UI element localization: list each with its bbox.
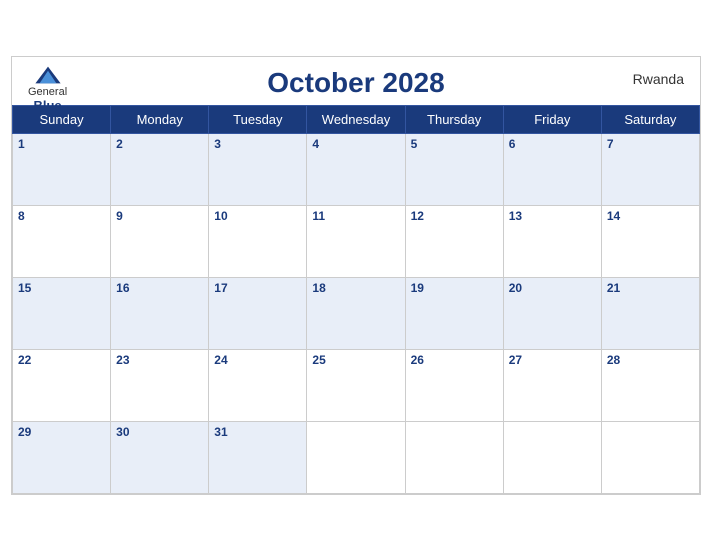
calendar-day-cell: 8 <box>13 205 111 277</box>
day-number: 7 <box>607 137 614 151</box>
calendar-day-cell: 29 <box>13 421 111 493</box>
day-number: 25 <box>312 353 325 367</box>
logo-area: General Blue <box>28 65 67 113</box>
day-number: 11 <box>312 209 325 223</box>
calendar-day-cell: 30 <box>111 421 209 493</box>
calendar-day-cell <box>503 421 601 493</box>
calendar-day-cell <box>601 421 699 493</box>
header-monday: Monday <box>111 105 209 133</box>
calendar-day-cell: 14 <box>601 205 699 277</box>
calendar-day-cell: 4 <box>307 133 405 205</box>
day-number: 6 <box>509 137 516 151</box>
country-label: Rwanda <box>633 71 684 87</box>
day-number: 29 <box>18 425 31 439</box>
day-number: 24 <box>214 353 227 367</box>
calendar-day-cell: 31 <box>209 421 307 493</box>
calendar-day-cell: 10 <box>209 205 307 277</box>
header-tuesday: Tuesday <box>209 105 307 133</box>
calendar-day-cell: 25 <box>307 349 405 421</box>
day-number: 26 <box>411 353 424 367</box>
calendar-day-cell: 9 <box>111 205 209 277</box>
day-number: 5 <box>411 137 418 151</box>
calendar-day-cell: 6 <box>503 133 601 205</box>
day-number: 14 <box>607 209 620 223</box>
calendar-day-cell: 21 <box>601 277 699 349</box>
header-thursday: Thursday <box>405 105 503 133</box>
logo-general-text: General <box>28 86 67 98</box>
logo-icon <box>34 65 62 85</box>
calendar-day-cell: 19 <box>405 277 503 349</box>
calendar-day-cell: 12 <box>405 205 503 277</box>
calendar-week-row: 29 30 31 <box>13 421 700 493</box>
calendar-week-row: 1 2 3 4 5 6 7 <box>13 133 700 205</box>
day-number: 13 <box>509 209 522 223</box>
day-number: 2 <box>116 137 123 151</box>
day-number: 3 <box>214 137 221 151</box>
calendar-day-cell <box>405 421 503 493</box>
header-saturday: Saturday <box>601 105 699 133</box>
day-number: 10 <box>214 209 227 223</box>
calendar-day-cell: 2 <box>111 133 209 205</box>
calendar-week-row: 22 23 24 25 26 27 28 <box>13 349 700 421</box>
calendar-header: General Blue October 2028 Rwanda <box>12 57 700 105</box>
calendar-container: General Blue October 2028 Rwanda Sunday … <box>11 56 701 495</box>
calendar-day-cell: 26 <box>405 349 503 421</box>
calendar-day-cell: 22 <box>13 349 111 421</box>
calendar-grid: Sunday Monday Tuesday Wednesday Thursday… <box>12 105 700 494</box>
day-number: 18 <box>312 281 325 295</box>
calendar-title: October 2028 <box>267 67 444 99</box>
calendar-day-cell: 7 <box>601 133 699 205</box>
day-number: 8 <box>18 209 25 223</box>
day-number: 27 <box>509 353 522 367</box>
calendar-day-cell: 16 <box>111 277 209 349</box>
calendar-day-cell: 3 <box>209 133 307 205</box>
calendar-day-cell: 23 <box>111 349 209 421</box>
calendar-week-row: 15 16 17 18 19 20 21 <box>13 277 700 349</box>
calendar-day-cell: 15 <box>13 277 111 349</box>
day-number: 23 <box>116 353 129 367</box>
calendar-day-cell <box>307 421 405 493</box>
weekday-header-row: Sunday Monday Tuesday Wednesday Thursday… <box>13 105 700 133</box>
calendar-day-cell: 13 <box>503 205 601 277</box>
header-wednesday: Wednesday <box>307 105 405 133</box>
calendar-day-cell: 27 <box>503 349 601 421</box>
day-number: 21 <box>607 281 620 295</box>
calendar-day-cell: 28 <box>601 349 699 421</box>
day-number: 4 <box>312 137 319 151</box>
logo-blue-text: Blue <box>33 98 61 113</box>
calendar-day-cell: 5 <box>405 133 503 205</box>
calendar-day-cell: 11 <box>307 205 405 277</box>
calendar-day-cell: 1 <box>13 133 111 205</box>
calendar-day-cell: 18 <box>307 277 405 349</box>
day-number: 19 <box>411 281 424 295</box>
day-number: 9 <box>116 209 123 223</box>
header-friday: Friday <box>503 105 601 133</box>
day-number: 12 <box>411 209 424 223</box>
day-number: 20 <box>509 281 522 295</box>
calendar-day-cell: 20 <box>503 277 601 349</box>
day-number: 22 <box>18 353 31 367</box>
calendar-week-row: 8 9 10 11 12 13 14 <box>13 205 700 277</box>
day-number: 17 <box>214 281 227 295</box>
day-number: 1 <box>18 137 25 151</box>
calendar-day-cell: 17 <box>209 277 307 349</box>
day-number: 28 <box>607 353 620 367</box>
day-number: 15 <box>18 281 31 295</box>
day-number: 30 <box>116 425 129 439</box>
calendar-day-cell: 24 <box>209 349 307 421</box>
day-number: 31 <box>214 425 227 439</box>
day-number: 16 <box>116 281 129 295</box>
